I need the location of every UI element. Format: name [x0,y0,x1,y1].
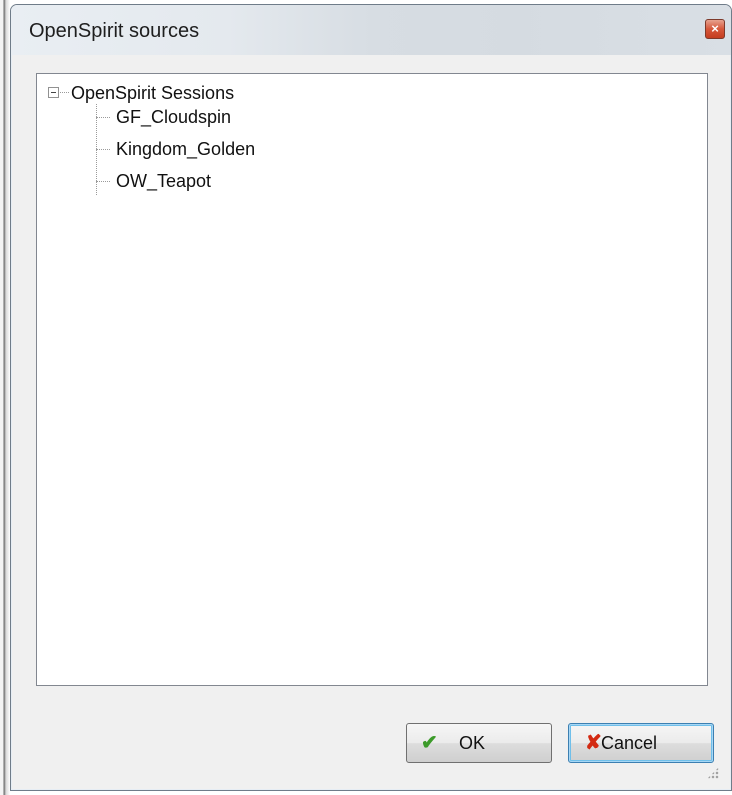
close-button[interactable]: × [705,19,725,39]
tree-node-label: OpenSpirit Sessions [71,83,235,103]
screen-bottom-edge [10,791,732,795]
title-bar[interactable]: OpenSpirit sources × [11,5,731,55]
tree-connector [60,92,69,93]
tree-node-ow-teapot[interactable]: OW_Teapot [96,170,496,194]
tree-connector [96,149,110,150]
tree-connector [96,181,110,182]
resize-grip-icon[interactable] [707,767,719,779]
opensprit-sources-dialog: OpenSpirit sources × OpenSpirit Sessions… [10,4,732,791]
tree-node-label: OW_Teapot [116,171,212,191]
tree-connector [96,117,110,118]
tree-node-label: Kingdom_Golden [116,139,256,159]
collapse-icon[interactable] [48,87,59,98]
sessions-tree-view[interactable]: OpenSpirit Sessions GF_Cloudspin Kingdom… [36,73,708,686]
cancel-button-label: Cancel [601,733,658,753]
ok-button[interactable]: ✔ OK [406,723,552,763]
tree-node-label: GF_Cloudspin [116,107,232,127]
cancel-button[interactable]: ✘ Cancel [568,723,714,763]
tree-node-gf-cloudspin[interactable]: GF_Cloudspin [96,106,496,130]
close-icon: × [711,21,719,36]
tree-node-kingdom-golden[interactable]: Kingdom_Golden [96,138,496,162]
x-mark-icon: ✘ [585,732,602,754]
dialog-client-area: OpenSpirit Sessions GF_Cloudspin Kingdom… [20,55,721,781]
ok-button-label: OK [459,733,486,753]
checkmark-icon: ✔ [421,732,438,754]
window-title: OpenSpirit sources [29,20,200,42]
background-window-edge [0,0,10,795]
